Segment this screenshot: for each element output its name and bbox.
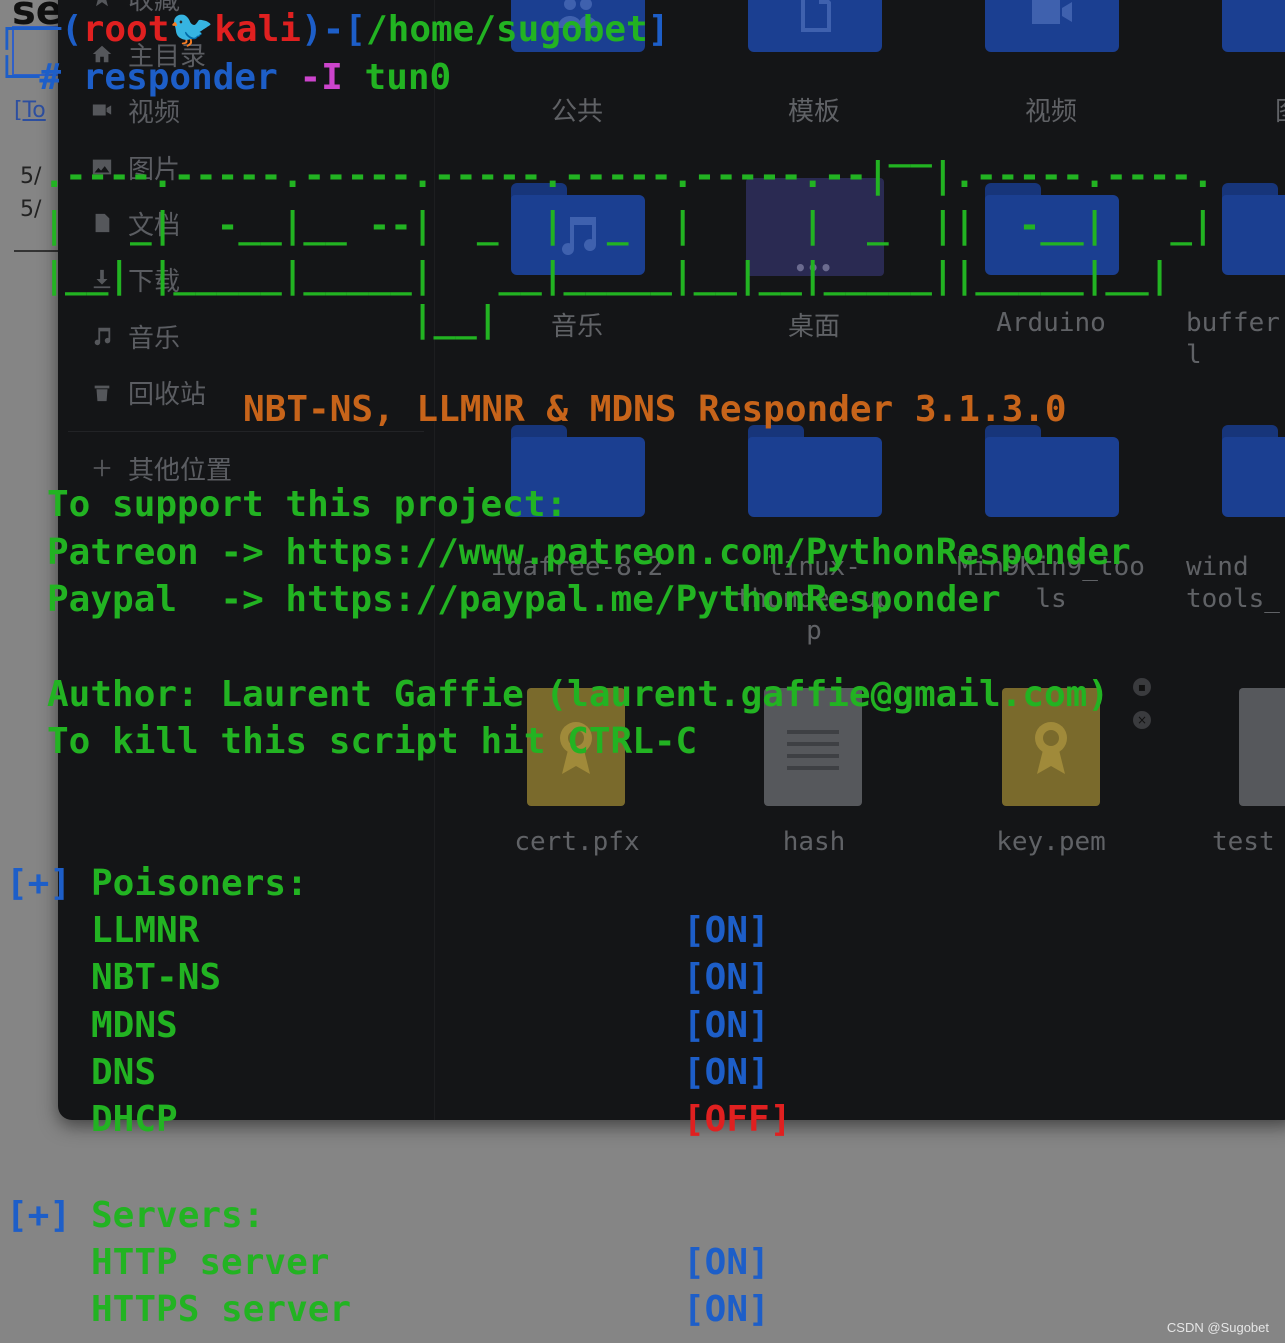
poisoner-status: [ON] bbox=[683, 1005, 770, 1046]
servers-title: Servers: bbox=[91, 1195, 265, 1236]
server-name: HTTP server bbox=[91, 1242, 330, 1283]
version-line: NBT-NS, LLMNR & MDNS Responder 3.1.3.0 bbox=[243, 389, 1067, 430]
poisoners-title: Poisoners: bbox=[91, 863, 308, 904]
poisoner-name: LLMNR bbox=[91, 910, 200, 951]
section-marker: [+] bbox=[6, 1195, 72, 1236]
server-status: [ON] bbox=[683, 1242, 770, 1283]
poisoner-status: [OFF] bbox=[683, 1099, 792, 1140]
support-title: To support this project: bbox=[47, 484, 568, 525]
ascii-banner-line: | _| -__|__ --| _ | _ | | _ || -__| _| bbox=[0, 205, 1214, 246]
paypal-line: Paypal -> https://paypal.me/PythonRespon… bbox=[47, 579, 1001, 620]
poisoner-status: [ON] bbox=[683, 1052, 770, 1093]
ascii-banner-line: |__| |_____|_____| __|_____|__|__|_____|… bbox=[0, 255, 1171, 296]
patreon-line: Patreon -> https://www.patreon.com/Pytho… bbox=[47, 532, 1131, 573]
poisoner-name: MDNS bbox=[91, 1005, 178, 1046]
prompt-user: root bbox=[82, 9, 170, 50]
ascii-banner-line: .----.-----.-----.-----.-----.-----.--| … bbox=[0, 155, 1214, 196]
server-status: [ON] bbox=[683, 1289, 770, 1330]
poisoner-status: [ON] bbox=[683, 910, 770, 951]
kill-hint-line: To kill this script hit CTRL-C bbox=[47, 721, 698, 762]
kali-bird-icon: 🐦 bbox=[169, 9, 215, 50]
poisoner-name: NBT-NS bbox=[91, 957, 222, 998]
author-line: Author: Laurent Gaffie (laurent.gaffie@g… bbox=[47, 674, 1110, 715]
poisoner-name: DHCP bbox=[91, 1099, 178, 1140]
terminal-output: ┌──(root🐦kali)-[/home/sugobet] └─# respo… bbox=[0, 0, 1285, 1343]
ascii-banner-line: |__| bbox=[0, 299, 499, 340]
poisoner-status: [ON] bbox=[683, 957, 770, 998]
server-name: HTTPS server bbox=[91, 1289, 352, 1330]
prompt-line-1: ┌──(root🐦kali)-[/home/sugobet] bbox=[0, 9, 670, 50]
prompt-host: kali bbox=[214, 9, 301, 50]
poisoner-name: DNS bbox=[91, 1052, 157, 1093]
command-line: └─# responder -I tun0 bbox=[0, 57, 452, 98]
watermark: CSDN @Sugobet bbox=[1166, 1320, 1269, 1335]
command-flag: -I bbox=[299, 57, 343, 98]
command-name: responder bbox=[82, 57, 278, 98]
prompt-path: /home/sugobet bbox=[365, 9, 648, 50]
section-marker: [+] bbox=[6, 863, 72, 904]
command-arg: tun0 bbox=[364, 57, 452, 98]
